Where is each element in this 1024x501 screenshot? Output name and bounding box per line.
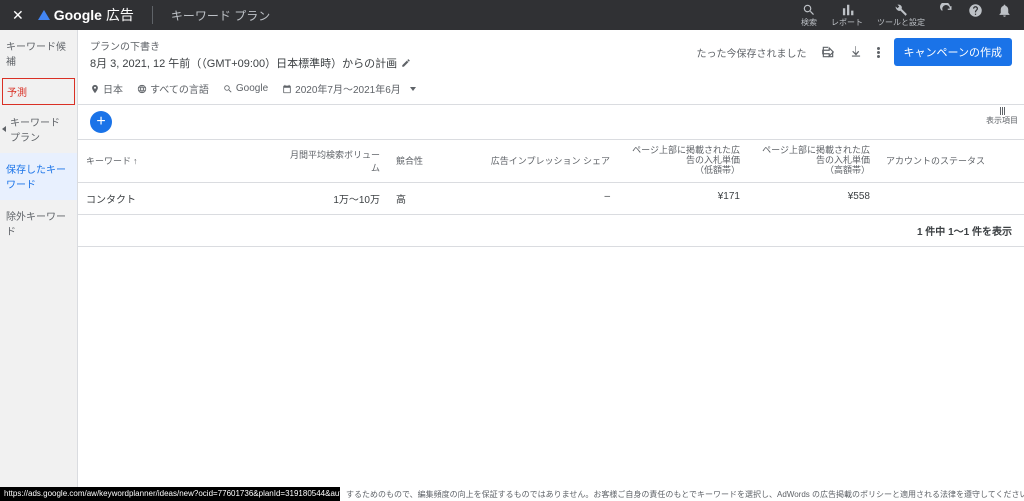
download-icon[interactable] (849, 45, 863, 59)
col-volume[interactable]: 月間平均検索ボリューム (278, 140, 388, 182)
network-icon (223, 84, 233, 94)
sidebar-item-forecast[interactable]: 予測 (2, 78, 75, 105)
search-tool[interactable]: 検索 (801, 3, 817, 28)
plan-draft-label: プランの下書き (90, 38, 697, 53)
network-filter[interactable]: Google (223, 83, 268, 94)
sidebar-item-plan[interactable]: キーワード プラン (0, 106, 77, 153)
table-row[interactable]: コンタクト 1万～10万 高 – ¥171 ¥558 (78, 183, 1024, 215)
create-campaign-button[interactable]: キャンペーンの作成 (894, 38, 1012, 66)
location-filter[interactable]: 日本 (90, 81, 123, 96)
table-header: キーワード 月間平均検索ボリューム 競合性 広告インプレッション シェア ページ… (78, 139, 1024, 183)
columns-button[interactable]: 表示項目 (986, 107, 1018, 126)
search-icon (802, 3, 816, 17)
plan-timestamp: 8月 3, 2021, 12 午前（（GMT+09:00）日本標準時）からの計画 (90, 55, 697, 71)
sidebar-item-saved[interactable]: 保存したキーワード (0, 153, 77, 200)
col-impression[interactable]: 広告インプレッション シェア (458, 140, 618, 182)
cell-impression: – (458, 183, 618, 214)
action-row: + 表示項目 (78, 105, 1024, 139)
add-button[interactable]: + (90, 111, 112, 133)
filter-bar: 日本 すべての言語 Google 2020年7月～2021年6月 (78, 75, 1024, 105)
more-menu[interactable] (877, 47, 880, 58)
chevron-down-icon (410, 87, 416, 91)
section-title: キーワード プラン (171, 7, 270, 24)
status-url: https://ads.google.com/aw/keywordplanner… (0, 487, 340, 501)
status-bar: https://ads.google.com/aw/keywordplanner… (0, 487, 1024, 501)
close-icon[interactable]: ✕ (12, 7, 24, 24)
main-panel: プランの下書き 8月 3, 2021, 12 午前（（GMT+09:00）日本標… (78, 30, 1024, 487)
cell-keyword: コンタクト (78, 183, 278, 214)
share-icon[interactable] (821, 45, 835, 59)
cell-competition: 高 (388, 183, 458, 214)
sidebar: キーワード候補 予測 キーワード プラン 保存したキーワード 除外キーワード (0, 30, 78, 487)
cell-bid-high: ¥558 (748, 183, 878, 214)
tools-tool[interactable]: ツールと設定 (877, 3, 925, 28)
sub-header: プランの下書き 8月 3, 2021, 12 午前（（GMT+09:00）日本標… (78, 30, 1024, 75)
logo[interactable]: Google 広告 (38, 5, 134, 25)
topbar-right: 検索 レポート ツールと設定 (801, 3, 1012, 28)
bell-icon[interactable] (997, 3, 1012, 18)
col-bid-high[interactable]: ページ上部に掲載された広告の入札単価（高額帯） (748, 140, 878, 182)
cell-status (878, 183, 1024, 214)
cell-volume: 1万～10万 (278, 183, 388, 214)
saved-message: たった今保存されました (697, 45, 807, 60)
divider (152, 6, 153, 24)
language-icon (137, 84, 147, 94)
refresh-icon[interactable] (939, 3, 954, 18)
brand-text: Google 広告 (54, 5, 134, 25)
wrench-icon (894, 3, 908, 17)
status-disclaimer: するためのもので、編集頻度の向上を保証するものではありません。お客様ご自身の責任… (340, 489, 1024, 500)
col-status[interactable]: アカウントのステータス (878, 140, 1024, 182)
language-filter[interactable]: すべての言語 (137, 81, 209, 96)
logo-icon (38, 10, 50, 20)
daterange-filter[interactable]: 2020年7月～2021年6月 (282, 81, 416, 96)
col-bid-low[interactable]: ページ上部に掲載された広告の入札単価（低額帯） (618, 140, 748, 182)
location-icon (90, 84, 100, 94)
cell-bid-low: ¥171 (618, 183, 748, 214)
report-icon (840, 3, 854, 17)
sidebar-item-candidates[interactable]: キーワード候補 (0, 30, 77, 77)
report-tool[interactable]: レポート (831, 3, 863, 28)
col-keyword[interactable]: キーワード (78, 140, 278, 182)
calendar-icon (282, 84, 292, 94)
table-footer: 1 件中 1～1 件を表示 (78, 215, 1024, 247)
top-bar: ✕ Google 広告 キーワード プラン 検索 レポート ツールと設定 (0, 0, 1024, 30)
sidebar-item-negative[interactable]: 除外キーワード (0, 200, 77, 247)
help-icon[interactable] (968, 3, 983, 18)
col-competition[interactable]: 競合性 (388, 140, 458, 182)
edit-icon[interactable] (401, 58, 411, 68)
